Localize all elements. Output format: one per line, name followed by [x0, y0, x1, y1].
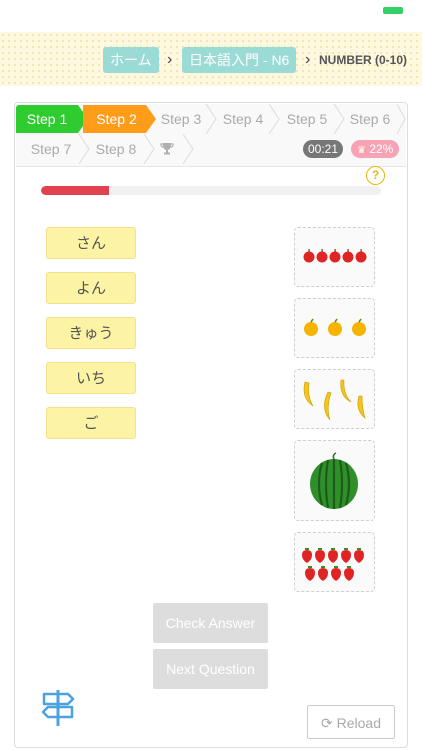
- timer-badge: 00:21: [303, 140, 344, 158]
- progress-fill: [41, 186, 109, 195]
- step-divider: [143, 134, 155, 164]
- step-3[interactable]: Step 3: [156, 105, 206, 133]
- word-card[interactable]: いち: [46, 362, 136, 394]
- orange-icon: [304, 318, 366, 336]
- breadcrumb-separator: ›: [305, 51, 311, 68]
- signpost-icon[interactable]: [38, 688, 78, 728]
- step-5[interactable]: Step 5: [282, 105, 332, 133]
- step-divider: [268, 104, 280, 134]
- check-answer-button[interactable]: Check Answer: [153, 603, 268, 643]
- breadcrumb-home[interactable]: ホーム: [103, 47, 159, 73]
- trophy-icon: ♛: [357, 145, 366, 156]
- step-divider: [182, 134, 194, 164]
- step-divider: [333, 104, 345, 134]
- word-card[interactable]: きゅう: [46, 317, 136, 349]
- reload-label: Reload: [336, 715, 381, 731]
- breadcrumb-course[interactable]: 日本語入門 - N6: [182, 47, 297, 73]
- breadcrumb-separator: ›: [167, 51, 173, 68]
- word-card[interactable]: さん: [46, 227, 136, 259]
- step-7[interactable]: Step 7: [25, 135, 77, 163]
- strawberry-icon: [302, 550, 364, 581]
- step-4[interactable]: Step 4: [218, 105, 268, 133]
- progress-bar: [41, 186, 381, 195]
- step-divider: [205, 104, 217, 134]
- refresh-icon: ⟳: [321, 715, 333, 731]
- step-6[interactable]: Step 6: [345, 105, 395, 133]
- bananas-card[interactable]: [294, 369, 375, 429]
- score-value: 22%: [369, 142, 394, 156]
- three-oranges-card[interactable]: [294, 298, 375, 358]
- reload-button[interactable]: ⟳ Reload: [307, 705, 395, 739]
- step-arrow: [146, 105, 156, 133]
- banana-icon: [303, 379, 366, 421]
- step-divider: [78, 134, 90, 164]
- nine-strawberries-card[interactable]: [294, 532, 375, 592]
- watermelon-icon: [310, 452, 358, 509]
- step-divider: [396, 104, 408, 134]
- word-card[interactable]: よん: [46, 272, 136, 304]
- score-badge: ♛ 22%: [351, 140, 400, 158]
- five-apples-card[interactable]: [294, 227, 375, 287]
- breadcrumb-current: NUMBER (0-10): [319, 53, 408, 67]
- battery-indicator: [383, 7, 403, 14]
- next-question-button[interactable]: Next Question: [153, 649, 268, 689]
- step-1[interactable]: Step 1: [16, 105, 78, 133]
- one-watermelon-card[interactable]: [294, 440, 375, 521]
- step-2[interactable]: Step 2: [83, 105, 146, 133]
- trophy-icon[interactable]: [159, 141, 175, 157]
- apple-icon: [303, 249, 367, 263]
- word-card[interactable]: ご: [46, 407, 136, 439]
- step-8[interactable]: Step 8: [90, 135, 142, 163]
- help-icon[interactable]: ?: [366, 166, 385, 185]
